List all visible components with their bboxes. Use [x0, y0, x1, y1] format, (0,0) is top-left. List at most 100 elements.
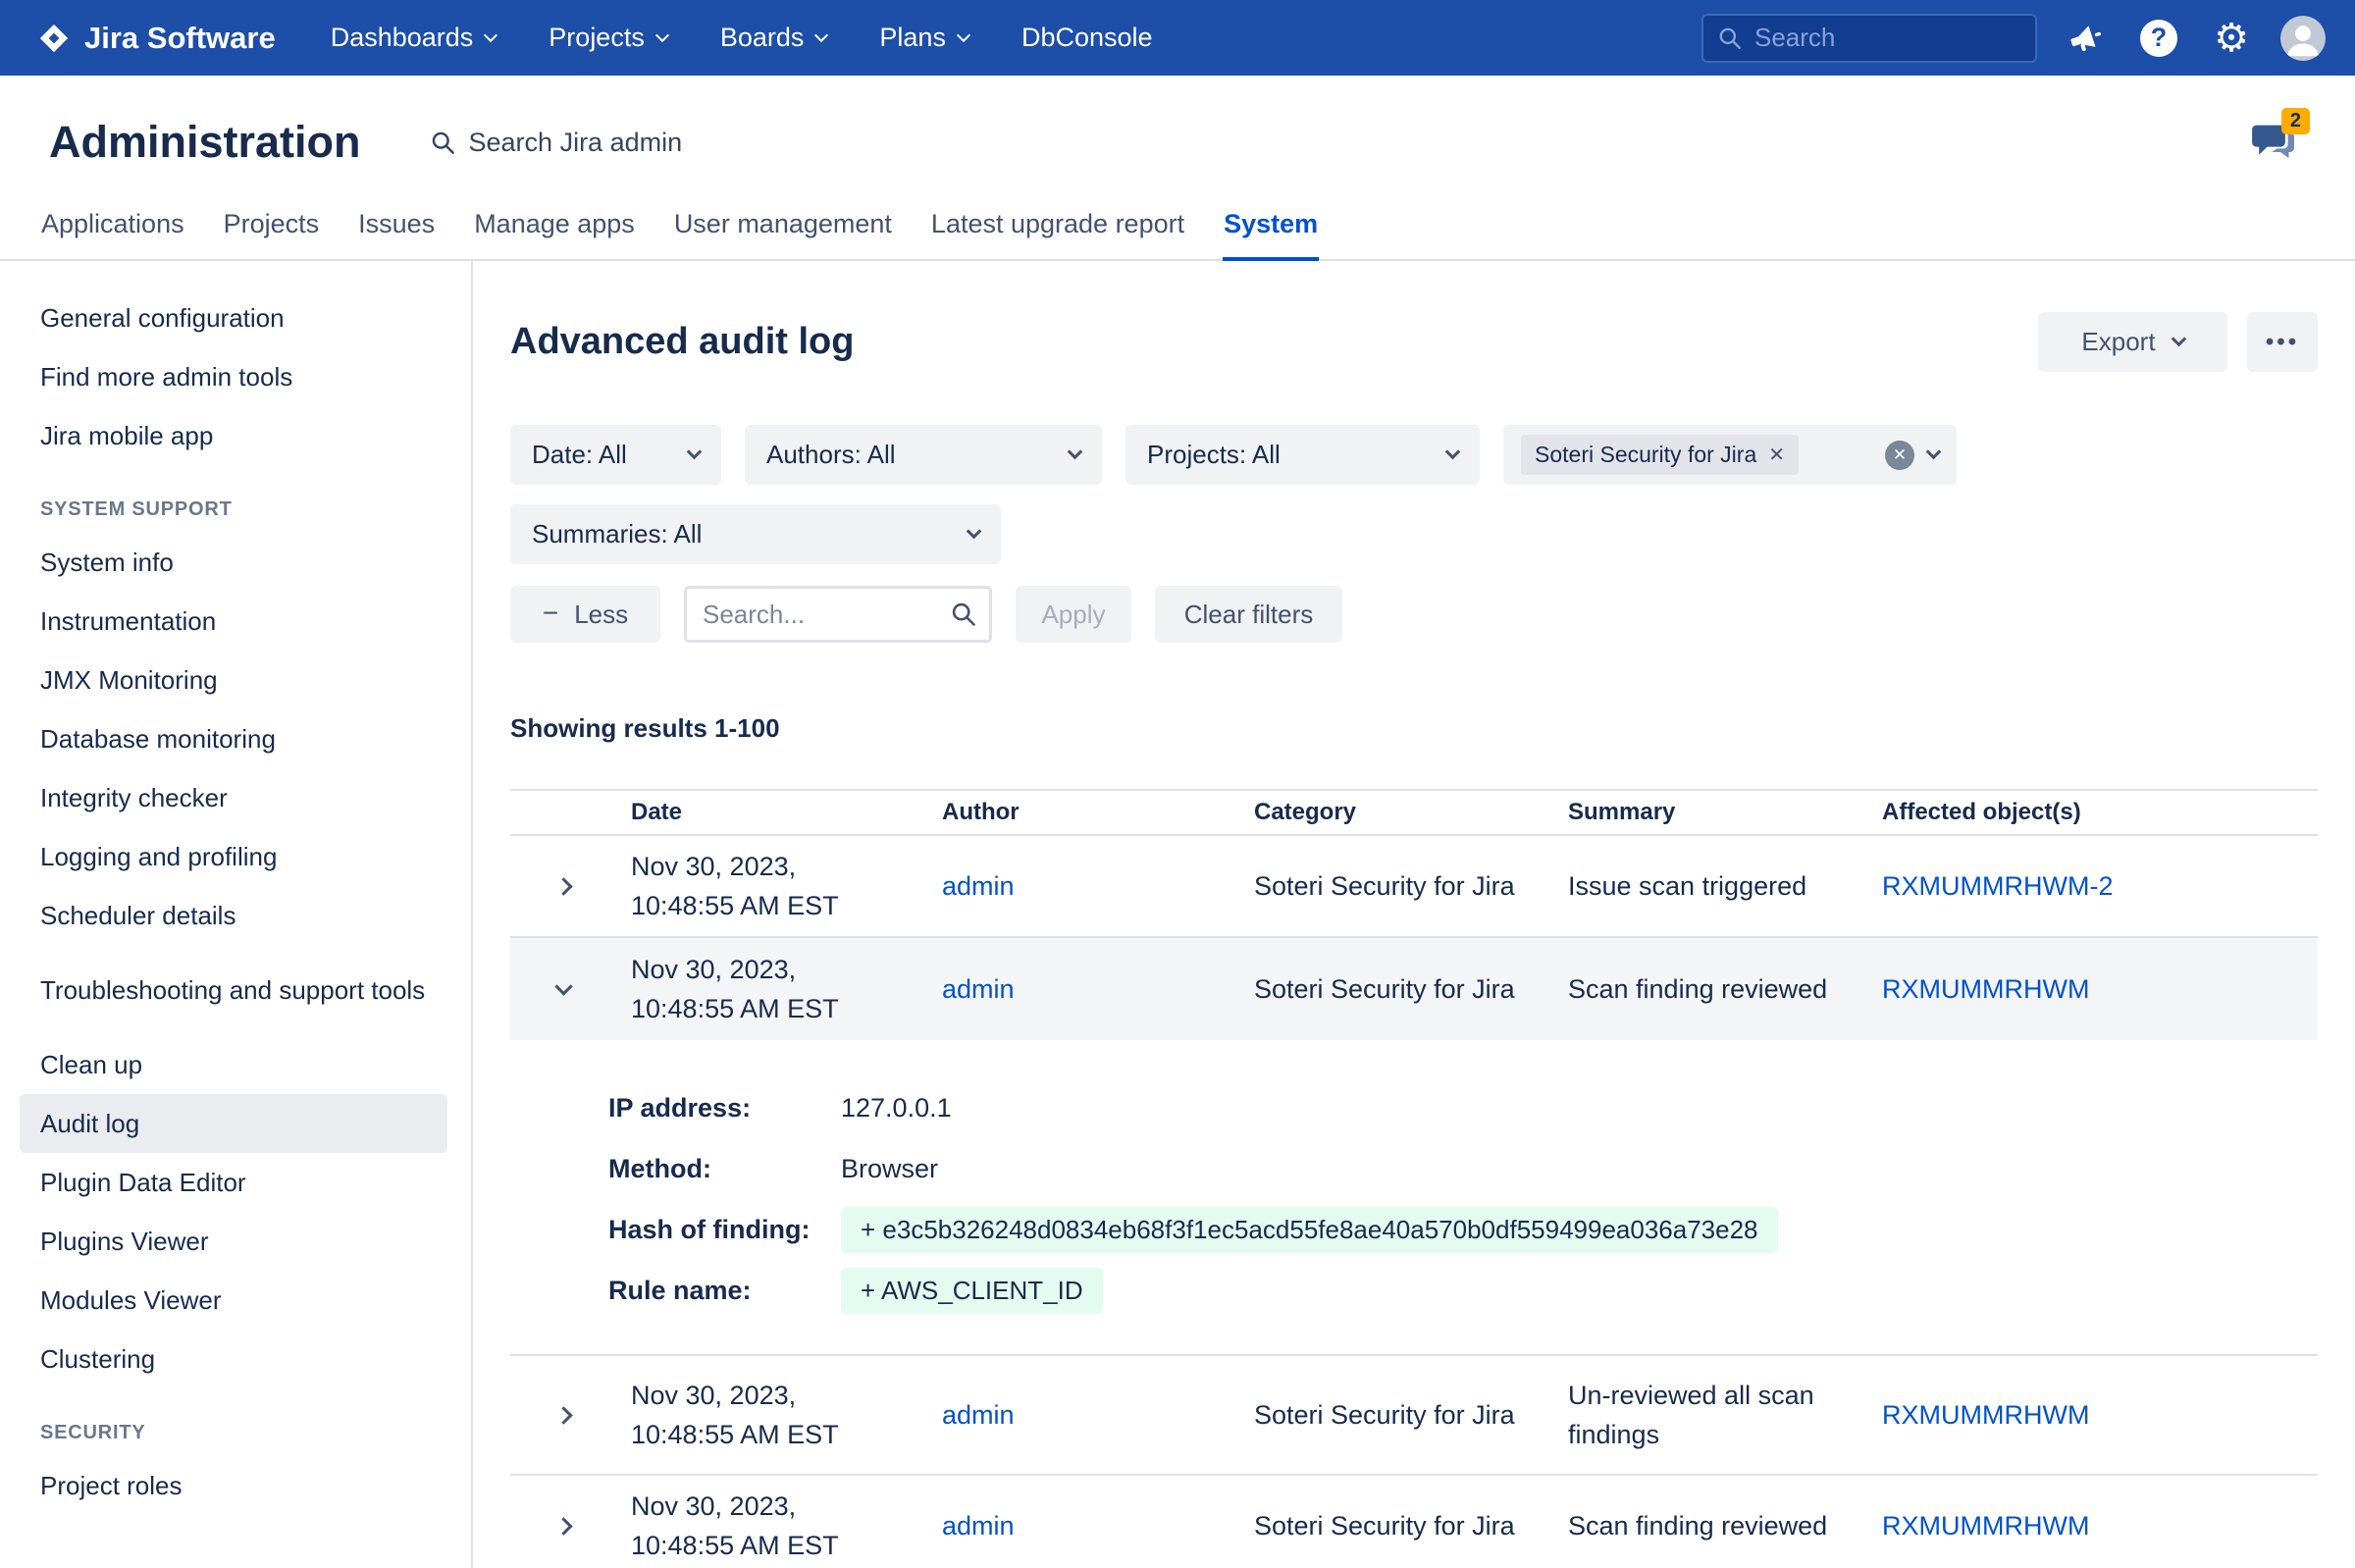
- audit-log-table: Date Author Category Summary Affected ob…: [510, 789, 2318, 1568]
- chevron-down-icon: [957, 27, 970, 41]
- tab-manage-apps[interactable]: Manage apps: [473, 195, 636, 259]
- tab-latest-upgrade-report[interactable]: Latest upgrade report: [930, 195, 1185, 259]
- author-link[interactable]: admin: [942, 974, 1015, 1004]
- detail-ip-value: 127.0.0.1: [841, 1093, 952, 1124]
- table-row: Nov 30, 2023,10:48:55 AM EST admin Soter…: [510, 836, 2318, 938]
- announcements-button[interactable]: [2063, 15, 2110, 62]
- sidebar-item-clean-up[interactable]: Clean up: [20, 1035, 447, 1094]
- clear-filters-button[interactable]: Clear filters: [1155, 586, 1342, 643]
- results-count: Showing results 1-100: [510, 713, 2318, 744]
- tab-user-management[interactable]: User management: [673, 195, 893, 259]
- chevron-right-icon: [554, 877, 572, 895]
- author-link[interactable]: admin: [942, 871, 1015, 901]
- filter-summaries-dropdown[interactable]: Summaries: All: [510, 504, 1001, 564]
- top-navbar: Jira Software Dashboards Projects Boards…: [0, 0, 2355, 76]
- more-actions-button[interactable]: •••: [2247, 312, 2318, 372]
- settings-button[interactable]: ⚙: [2208, 15, 2255, 62]
- detail-method-label: Method:: [608, 1154, 841, 1184]
- filter-authors-dropdown[interactable]: Authors: All: [745, 425, 1102, 485]
- global-search[interactable]: [1701, 14, 2037, 63]
- minus-icon: −: [543, 600, 558, 627]
- apply-button[interactable]: Apply: [1016, 586, 1131, 643]
- search-icon: [1717, 26, 1743, 51]
- sidebar-item-plugins-viewer[interactable]: Plugins Viewer: [20, 1212, 447, 1271]
- sidebar-item-database-monitoring[interactable]: Database monitoring: [20, 709, 447, 768]
- jira-logo-icon: [37, 22, 71, 55]
- sidebar-item-modules-viewer[interactable]: Modules Viewer: [20, 1271, 447, 1330]
- filter-projects-dropdown[interactable]: Projects: All: [1125, 425, 1480, 485]
- search-icon: [430, 130, 456, 156]
- nav-boards[interactable]: Boards: [720, 23, 827, 53]
- cell-category: Soteri Security for Jira: [1254, 871, 1568, 902]
- sidebar-item-logging-and-profiling[interactable]: Logging and profiling: [20, 827, 447, 886]
- nav-dbconsole[interactable]: DbConsole: [1021, 23, 1153, 53]
- clear-selection-icon[interactable]: ✕: [1885, 441, 1914, 470]
- filter-date-dropdown[interactable]: Date: All: [510, 425, 721, 485]
- chevron-down-icon: [967, 524, 982, 540]
- nav-plans[interactable]: Plans: [879, 23, 968, 53]
- person-icon: [2280, 16, 2326, 61]
- table-header-row: Date Author Category Summary Affected ob…: [510, 789, 2318, 836]
- brand-name: Jira Software: [84, 21, 276, 56]
- sidebar-item-instrumentation[interactable]: Instrumentation: [20, 592, 447, 651]
- filter-product-multiselect[interactable]: Soteri Security for Jira ✕ ✕: [1503, 425, 1957, 485]
- feedback-button[interactable]: 2: [2251, 122, 2296, 163]
- sidebar-item-find-more-admin-tools[interactable]: Find more admin tools: [20, 347, 447, 406]
- search-jira-admin[interactable]: Search Jira admin: [430, 128, 683, 158]
- content-area: General configuration Find more admin to…: [0, 261, 2355, 1568]
- cell-date: Nov 30, 2023,10:48:55 AM EST: [631, 1376, 942, 1454]
- author-link[interactable]: admin: [942, 1400, 1015, 1430]
- filter-chip-soteri[interactable]: Soteri Security for Jira ✕: [1521, 435, 1799, 475]
- primary-nav: Dashboards Projects Boards Plans DbConso…: [331, 23, 1153, 53]
- sidebar-item-audit-log[interactable]: Audit log: [20, 1094, 447, 1153]
- global-search-input[interactable]: [1754, 23, 2021, 53]
- section-title: Advanced audit log: [510, 321, 854, 363]
- detail-ip-label: IP address:: [608, 1093, 841, 1124]
- affected-object-link[interactable]: RXMUMMRHWM: [1882, 974, 2089, 1004]
- nav-projects[interactable]: Projects: [549, 23, 667, 53]
- sidebar-item-jmx-monitoring[interactable]: JMX Monitoring: [20, 651, 447, 709]
- sidebar-item-scheduler-details[interactable]: Scheduler details: [20, 886, 447, 945]
- expand-row-button[interactable]: [536, 859, 591, 914]
- author-link[interactable]: admin: [942, 1511, 1015, 1541]
- export-button[interactable]: Export: [2038, 312, 2227, 372]
- hash-of-finding-value: + e3c5b326248d0834eb68f3f1ec5acd55fe8ae4…: [841, 1207, 1778, 1253]
- tab-applications[interactable]: Applications: [40, 195, 185, 259]
- sidebar-item-jira-mobile-app[interactable]: Jira mobile app: [20, 406, 447, 465]
- sidebar-item-integrity-checker[interactable]: Integrity checker: [20, 768, 447, 827]
- table-row: Nov 30, 2023,10:48:55 AM EST admin Soter…: [510, 1356, 2318, 1476]
- sidebar-item-general-configuration[interactable]: General configuration: [20, 288, 447, 347]
- sidebar-item-troubleshooting-and-support-tools[interactable]: Troubleshooting and support tools: [20, 945, 447, 1035]
- tab-issues[interactable]: Issues: [357, 195, 436, 259]
- expand-row-button[interactable]: [536, 1498, 591, 1553]
- affected-object-link[interactable]: RXMUMMRHWM: [1882, 1511, 2089, 1541]
- help-button[interactable]: ?: [2135, 15, 2182, 62]
- sidebar-item-clustering[interactable]: Clustering: [20, 1330, 447, 1388]
- tab-projects[interactable]: Projects: [223, 195, 321, 259]
- affected-object-link[interactable]: RXMUMMRHWM-2: [1882, 871, 2113, 901]
- cell-summary: Scan finding reviewed: [1568, 1511, 1882, 1542]
- audit-search-input[interactable]: [703, 600, 950, 630]
- tab-system[interactable]: System: [1223, 195, 1319, 261]
- avatar[interactable]: [2280, 16, 2326, 61]
- sidebar-item-system-info[interactable]: System info: [20, 533, 447, 592]
- chip-close-icon[interactable]: ✕: [1768, 443, 1785, 467]
- admin-tabs: Applications Projects Issues Manage apps…: [0, 195, 2355, 261]
- affected-object-link[interactable]: RXMUMMRHWM: [1882, 1400, 2089, 1430]
- chevron-down-icon: [1068, 444, 1083, 460]
- table-row: Nov 30, 2023,10:48:55 AM EST admin Soter…: [510, 1476, 2318, 1568]
- detail-hash-label: Hash of finding:: [608, 1215, 841, 1245]
- sidebar-item-plugin-data-editor[interactable]: Plugin Data Editor: [20, 1153, 447, 1212]
- jira-logo[interactable]: Jira Software: [37, 21, 276, 56]
- nav-dashboards[interactable]: Dashboards: [331, 23, 497, 53]
- chevron-down-icon: [687, 444, 703, 460]
- table-row-expanded: Nov 30, 2023,10:48:55 AM EST admin Soter…: [510, 938, 2318, 1040]
- expand-row-button[interactable]: [536, 1387, 591, 1442]
- audit-search[interactable]: [684, 586, 992, 643]
- sidebar-heading-security: SECURITY: [40, 1422, 471, 1444]
- cell-category: Soteri Security for Jira: [1254, 1511, 1568, 1542]
- less-filters-button[interactable]: − Less: [510, 586, 660, 643]
- sidebar-item-project-roles[interactable]: Project roles: [20, 1456, 447, 1515]
- collapse-row-button[interactable]: [536, 962, 591, 1017]
- cell-category: Soteri Security for Jira: [1254, 1400, 1568, 1431]
